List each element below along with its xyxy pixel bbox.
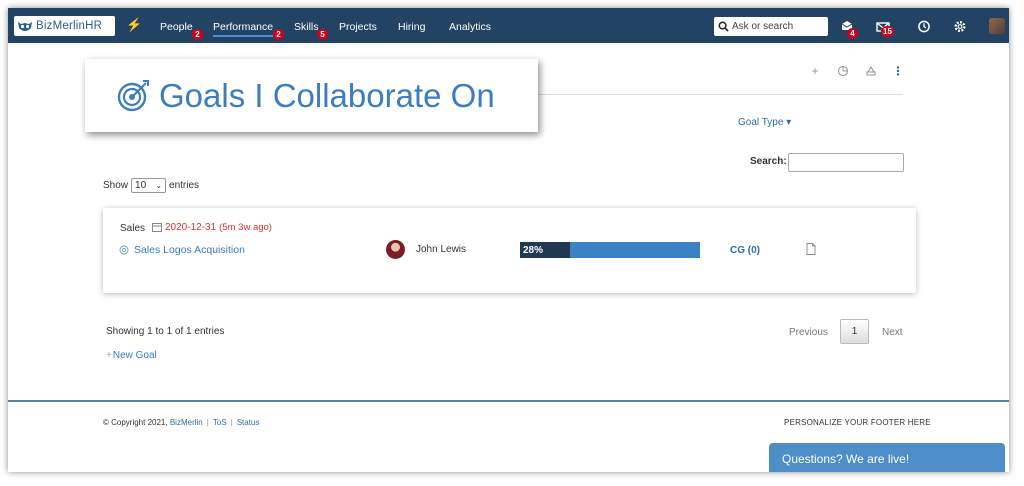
page-length-value: 10 bbox=[135, 180, 147, 191]
help-icon[interactable] bbox=[917, 20, 931, 33]
nav-performance-badge: 2 bbox=[273, 29, 284, 40]
previous-page-button[interactable]: Previous bbox=[789, 327, 828, 338]
document-icon[interactable] bbox=[806, 243, 816, 255]
goal-category: Sales bbox=[120, 223, 146, 234]
caret-down-icon: ▾ bbox=[786, 117, 792, 128]
page-number-button[interactable]: 1 bbox=[840, 319, 869, 344]
copyright-text: © Copyright 2021, bbox=[103, 418, 168, 427]
inbox-badge: 4 bbox=[847, 28, 858, 39]
goal-name: Sales Logos Acquisition bbox=[134, 244, 245, 256]
goal-title-link[interactable]: Sales Logos Acquisition bbox=[119, 244, 245, 256]
goal-date: 2020-12-31 bbox=[165, 222, 217, 233]
nav-projects[interactable]: Projects bbox=[339, 21, 377, 33]
goal-time-ago: (5m 3w ago) bbox=[219, 222, 272, 233]
company-link[interactable]: BizMerlin bbox=[170, 418, 203, 427]
calendar-icon bbox=[152, 223, 162, 232]
goal-owner-name: John Lewis bbox=[416, 244, 467, 255]
chevron-down-icon: ⌄ bbox=[155, 181, 163, 190]
tos-link[interactable]: ToS bbox=[213, 418, 227, 427]
next-page-button[interactable]: Next bbox=[882, 327, 903, 338]
nav-hiring[interactable]: Hiring bbox=[398, 21, 425, 33]
add-icon[interactable]: + bbox=[809, 65, 821, 77]
collaborator-goals-link[interactable]: CG (0) bbox=[730, 245, 760, 256]
show-label: Show bbox=[103, 180, 129, 191]
nav-skills[interactable]: Skills bbox=[294, 21, 319, 33]
live-chat-button[interactable]: Questions? We are live! bbox=[769, 443, 1005, 472]
page-title-card: Goals I Collaborate On bbox=[85, 59, 538, 132]
page-length-control: Show 10 ⌄ entries bbox=[103, 178, 199, 193]
goal-progress-label: 28% bbox=[523, 245, 544, 256]
more-options-icon[interactable] bbox=[892, 65, 904, 77]
settings-gear-icon[interactable] bbox=[953, 20, 967, 33]
search-icon bbox=[718, 21, 729, 32]
owner-avatar[interactable] bbox=[386, 240, 405, 259]
goal-card: Sales 2020-12-31 (5m 3w ago) Sales Logos… bbox=[103, 208, 916, 293]
top-navbar: BizMerlinHR ⚡ People 2 Performance 2 Ski… bbox=[8, 8, 1009, 43]
copyright: © Copyright 2021, BizMerlin | ToS | Status bbox=[103, 418, 259, 427]
footer-divider bbox=[8, 400, 1009, 402]
status-link[interactable]: Status bbox=[237, 418, 260, 427]
user-avatar[interactable] bbox=[989, 18, 1005, 34]
nav-skills-badge: 5 bbox=[317, 29, 328, 40]
goal-progress-bar: 28% bbox=[520, 242, 700, 258]
entries-label: entries bbox=[169, 180, 200, 191]
plus-icon: + bbox=[106, 350, 112, 361]
goal-type-label: Goal Type bbox=[738, 117, 784, 128]
table-search-input[interactable] bbox=[788, 153, 904, 172]
nav-performance[interactable]: Performance bbox=[213, 21, 274, 37]
footer-personalize-text: PERSONALIZE YOUR FOOTER HERE bbox=[784, 418, 931, 427]
new-goal-label: New Goal bbox=[112, 350, 157, 361]
logo[interactable]: BizMerlinHR bbox=[14, 16, 115, 36]
global-search[interactable] bbox=[714, 17, 828, 36]
mail-badge: 15 bbox=[881, 26, 894, 37]
target-icon bbox=[119, 245, 129, 255]
target-goal-icon bbox=[117, 79, 149, 111]
page-title: Goals I Collaborate On bbox=[159, 76, 495, 114]
page-length-select[interactable]: 10 ⌄ bbox=[131, 178, 167, 193]
nav-people-badge: 2 bbox=[192, 29, 203, 40]
archive-icon[interactable] bbox=[865, 65, 877, 77]
lightning-icon[interactable]: ⚡ bbox=[126, 17, 142, 33]
new-goal-link[interactable]: +New Goal bbox=[106, 350, 157, 361]
separator: | bbox=[230, 418, 233, 427]
goal-due-date: 2020-12-31 (5m 3w ago) bbox=[152, 222, 272, 233]
owl-logo-icon bbox=[18, 21, 32, 31]
logo-text: BizMerlinHR bbox=[36, 20, 103, 32]
pie-chart-icon[interactable] bbox=[837, 65, 849, 77]
nav-people[interactable]: People bbox=[160, 21, 193, 33]
nav-analytics[interactable]: Analytics bbox=[449, 21, 491, 33]
separator: | bbox=[206, 418, 209, 427]
table-search-label: Search: bbox=[750, 156, 787, 167]
table-info: Showing 1 to 1 of 1 entries bbox=[106, 326, 225, 337]
header-divider bbox=[538, 94, 903, 95]
goal-type-dropdown[interactable]: Goal Type ▾ bbox=[738, 117, 791, 128]
global-search-input[interactable] bbox=[732, 21, 824, 32]
app-window: BizMerlinHR ⚡ People 2 Performance 2 Ski… bbox=[8, 8, 1009, 472]
